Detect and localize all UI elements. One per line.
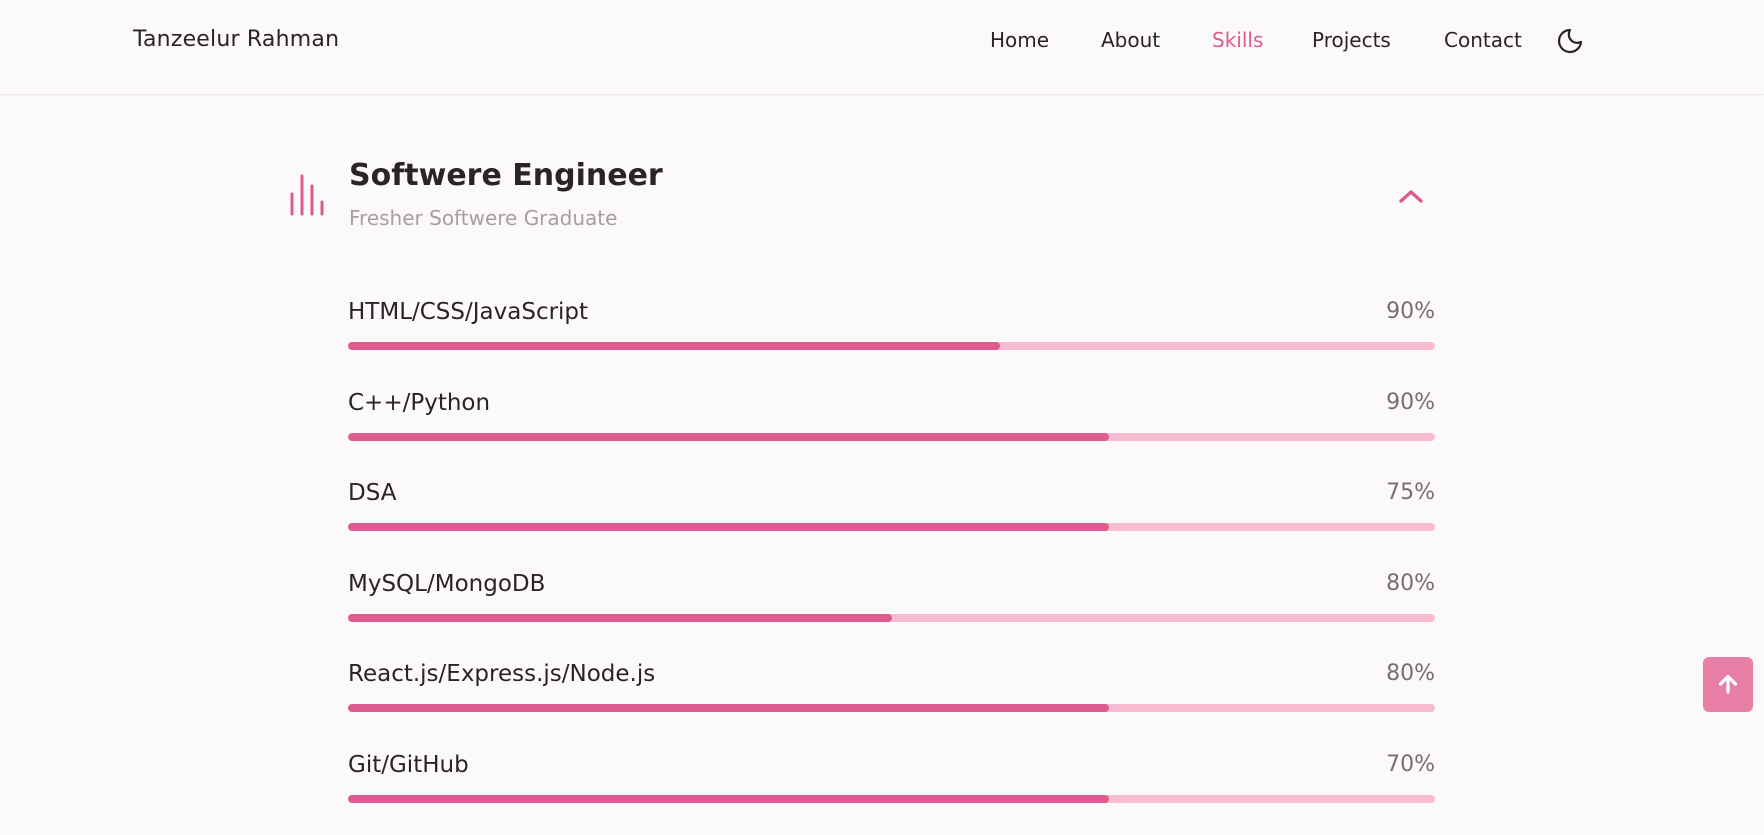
skill-item: React.js/Express.js/Node.js 80% — [348, 654, 1435, 745]
skill-percent: 80% — [1386, 564, 1435, 604]
skill-progress-fill — [348, 523, 1109, 531]
skill-progress-bar — [348, 704, 1435, 712]
skill-percent: 75% — [1386, 473, 1435, 513]
skill-item: C++/Python 90% — [348, 383, 1435, 474]
skill-progress-bar — [348, 523, 1435, 531]
nav-link-contact[interactable]: Contact — [1444, 24, 1522, 56]
main-nav: Home About Skills Projects Contact — [0, 0, 1764, 80]
nav-link-about[interactable]: About — [1101, 24, 1160, 56]
skill-item: MySQL/MongoDB 80% — [348, 564, 1435, 655]
skill-progress-fill — [348, 433, 1109, 441]
skill-name: DSA — [348, 473, 396, 513]
section-subtitle: Fresher Softwere Graduate — [349, 204, 617, 232]
skill-progress-fill — [348, 342, 1000, 350]
skill-progress-bar — [348, 342, 1435, 350]
skill-progress-fill — [348, 614, 892, 622]
skill-progress-fill — [348, 795, 1109, 803]
equalizer-icon — [289, 172, 327, 216]
skill-name: Git/GitHub — [348, 745, 469, 785]
skill-progress-bar — [348, 795, 1435, 803]
skill-name: C++/Python — [348, 383, 490, 423]
arrow-up-icon — [1716, 672, 1740, 696]
skill-progress-bar — [348, 614, 1435, 622]
skill-item: HTML/CSS/JavaScript 90% — [348, 292, 1435, 383]
site-header: Tanzeelur Rahman Home About Skills Proje… — [0, 0, 1764, 95]
skill-percent: 80% — [1386, 654, 1435, 694]
skill-name: HTML/CSS/JavaScript — [348, 292, 588, 332]
section-title: Softwere Engineer — [349, 156, 663, 196]
skill-name: React.js/Express.js/Node.js — [348, 654, 655, 694]
collapse-button[interactable] — [1396, 182, 1426, 210]
skill-percent: 70% — [1386, 745, 1435, 785]
theme-toggle-button[interactable] — [1556, 27, 1584, 55]
chevron-up-icon — [1396, 182, 1426, 210]
skill-name: MySQL/MongoDB — [348, 564, 545, 604]
skill-item: DSA 75% — [348, 473, 1435, 564]
moon-icon — [1556, 27, 1584, 55]
nav-link-skills[interactable]: Skills — [1212, 24, 1263, 56]
nav-link-projects[interactable]: Projects — [1312, 24, 1391, 56]
skill-percent: 90% — [1386, 292, 1435, 332]
nav-link-home[interactable]: Home — [990, 24, 1049, 56]
skill-progress-bar — [348, 433, 1435, 441]
scroll-to-top-button[interactable] — [1703, 657, 1753, 712]
skill-percent: 90% — [1386, 383, 1435, 423]
skills-list: HTML/CSS/JavaScript 90% C++/Python 90% D… — [348, 292, 1435, 835]
skill-item: Git/GitHub 70% — [348, 745, 1435, 835]
skill-progress-fill — [348, 704, 1109, 712]
